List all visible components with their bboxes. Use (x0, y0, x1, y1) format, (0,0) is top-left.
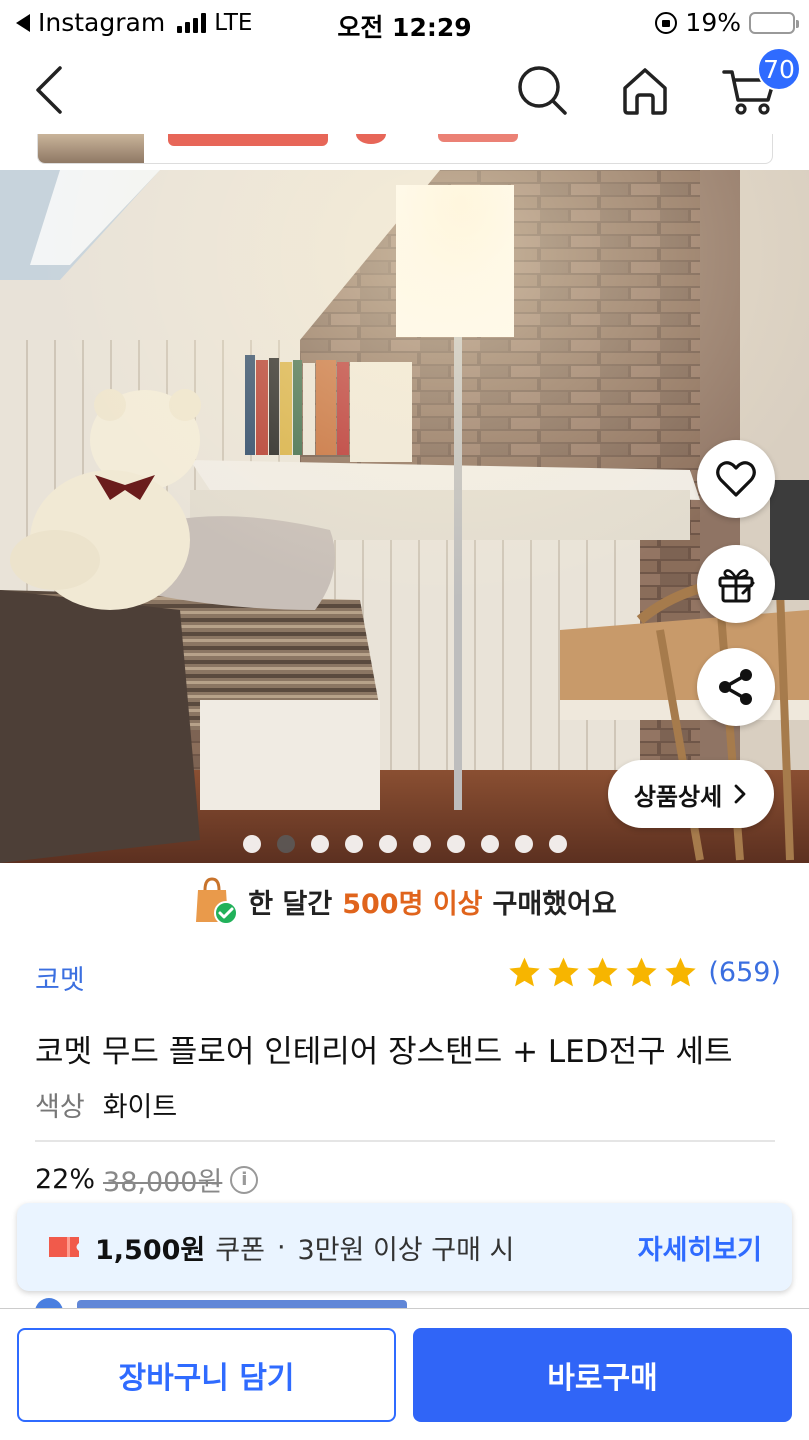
star-icon (587, 957, 619, 987)
rating[interactable]: (659) (507, 955, 781, 990)
cart-count-badge[interactable]: 70 (757, 47, 801, 91)
coupon-separator: · (276, 1231, 286, 1263)
star-icon (665, 957, 697, 987)
gallery-dot[interactable] (378, 835, 397, 853)
buy-now-button[interactable]: 바로구매 (413, 1328, 792, 1422)
product-option: 색상 화이트 (35, 1085, 177, 1124)
option-thumbnail (38, 134, 144, 163)
product-image-gallery[interactable]: 상품상세 (0, 170, 809, 863)
gallery-dot[interactable] (242, 835, 261, 853)
coupon-banner[interactable]: 1,500원 쿠폰 · 3만원 이상 구매 시 자세히보기 (17, 1203, 792, 1291)
top-nav (0, 46, 809, 134)
divider (35, 1140, 775, 1142)
original-price: 38,000원 (103, 1167, 223, 1198)
collapsed-option-card[interactable] (37, 134, 773, 164)
star-icon (509, 957, 541, 987)
product-title: 코멧 무드 플로어 인테리어 장스탠드 + LED전구 세트 (35, 1034, 733, 1070)
gallery-dot[interactable] (548, 835, 567, 853)
gallery-dot[interactable] (310, 835, 329, 853)
share-button[interactable] (697, 648, 775, 726)
add-to-cart-button[interactable]: 장바구니 담기 (17, 1328, 396, 1422)
coupon-amount: 1,500원 (95, 1234, 206, 1266)
status-bar: Instagram LTE 오전 12:29 19% (0, 0, 809, 46)
coupon-label: 쿠폰 (215, 1234, 265, 1266)
product-detail-label: 상품상세 (633, 782, 723, 811)
wishlist-heart-button[interactable] (697, 440, 775, 518)
share-icon (719, 669, 752, 705)
gallery-dot[interactable] (344, 835, 363, 853)
gift-button[interactable] (697, 545, 775, 623)
shopping-bag-icon (196, 877, 239, 925)
purchase-count-banner: 한 달간 500명 이상 구매했어요 (0, 870, 809, 932)
gallery-dot[interactable] (480, 835, 499, 853)
rotation-lock-icon (655, 11, 678, 34)
purchase-highlight: 500명 이상 (342, 888, 483, 920)
heart-icon (716, 461, 756, 497)
purchase-prefix: 한 달간 (248, 888, 333, 920)
brand-link[interactable]: 코멧 (35, 958, 85, 997)
gallery-pagination[interactable] (0, 835, 809, 853)
gallery-dot[interactable] (412, 835, 431, 853)
gallery-dot[interactable] (446, 835, 465, 853)
coupon-condition: 3만원 이상 구매 시 (297, 1234, 515, 1266)
option-label: 색상 (35, 1092, 85, 1123)
star-rating (507, 955, 698, 990)
gallery-dot[interactable] (514, 835, 533, 853)
battery-icon (749, 11, 799, 34)
price-row: 22% 38,000원 i (35, 1160, 259, 1199)
coupon-details-link[interactable]: 자세히보기 (638, 1228, 762, 1267)
search-icon[interactable] (512, 60, 572, 120)
gift-icon (718, 569, 755, 603)
option-value: 화이트 (102, 1092, 178, 1123)
bottom-action-bar: 장바구니 담기 바로구매 (0, 1308, 809, 1440)
star-icon (626, 957, 658, 987)
coupon-icon (49, 1237, 79, 1257)
review-count[interactable]: (659) (708, 957, 781, 988)
product-detail-button[interactable]: 상품상세 (608, 760, 774, 828)
info-icon[interactable]: i (230, 1165, 259, 1194)
purchase-suffix: 구매했어요 (492, 888, 617, 920)
status-right: 19% (655, 8, 799, 37)
chevron-right-icon (734, 784, 746, 804)
home-icon[interactable] (615, 60, 675, 120)
battery-percent: 19% (685, 8, 741, 37)
star-icon (548, 957, 580, 987)
gallery-dot[interactable] (276, 835, 295, 853)
discount-rate: 22% (35, 1164, 96, 1195)
back-arrow-icon[interactable] (22, 60, 82, 120)
